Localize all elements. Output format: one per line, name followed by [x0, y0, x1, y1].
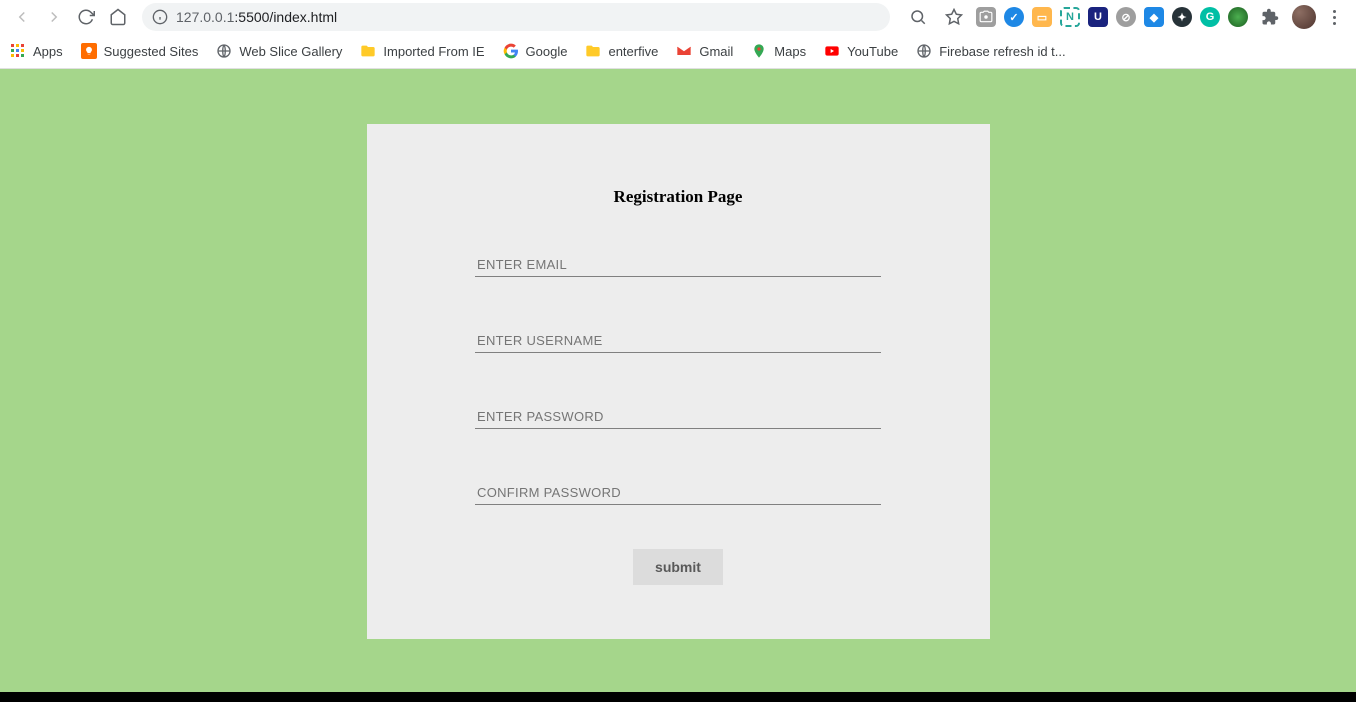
extensions-icon[interactable]	[1256, 3, 1284, 31]
bookmark-label: Web Slice Gallery	[239, 44, 342, 59]
check-ext-icon[interactable]: ✓	[1004, 7, 1024, 27]
box-ext-icon[interactable]: ▭	[1032, 7, 1052, 27]
page-title: Registration Page	[367, 187, 990, 207]
profile-avatar[interactable]	[1292, 5, 1316, 29]
bookmark-suggested[interactable]: Suggested Sites	[81, 43, 199, 59]
reload-button[interactable]	[72, 3, 100, 31]
google-icon	[503, 43, 519, 59]
toolbar-right: ✓ ▭ N U ⊘ ◆ ✦ G	[900, 3, 1348, 31]
email-input[interactable]	[475, 253, 881, 277]
bookmark-label: Imported From IE	[383, 44, 484, 59]
url-path: :5500/index.html	[234, 9, 337, 25]
bookmark-label: Google	[526, 44, 568, 59]
username-input[interactable]	[475, 329, 881, 353]
n-ext-icon[interactable]: N	[1060, 7, 1080, 27]
folder-icon	[360, 43, 376, 59]
bookmark-youtube[interactable]: YouTube	[824, 43, 898, 59]
menu-button[interactable]	[1324, 10, 1344, 25]
youtube-icon	[824, 43, 840, 59]
blue-ext-icon[interactable]: ◆	[1144, 7, 1164, 27]
bookmark-label: Suggested Sites	[104, 44, 199, 59]
apps-icon	[10, 43, 26, 59]
folder-icon	[585, 43, 601, 59]
back-button[interactable]	[8, 3, 36, 31]
green-ext-icon[interactable]	[1228, 7, 1248, 27]
forward-button[interactable]	[40, 3, 68, 31]
bookmark-label: Apps	[33, 44, 63, 59]
bookmark-enterfive[interactable]: enterfive	[585, 43, 658, 59]
globe-icon	[216, 43, 232, 59]
bookmark-label: Gmail	[699, 44, 733, 59]
gmail-icon	[676, 43, 692, 59]
star-icon[interactable]	[940, 3, 968, 31]
grammarly-ext-icon[interactable]: G	[1200, 7, 1220, 27]
confirm-password-input[interactable]	[475, 481, 881, 505]
url-bar[interactable]: 127.0.0.1 :5500/index.html	[142, 3, 890, 31]
bookmark-firebase[interactable]: Firebase refresh id t...	[916, 43, 1065, 59]
dark-ext-icon[interactable]: ✦	[1172, 7, 1192, 27]
confirm-password-field-wrap	[475, 481, 881, 505]
info-icon	[152, 9, 168, 25]
password-input[interactable]	[475, 405, 881, 429]
taskbar	[0, 692, 1356, 702]
u-ext-icon[interactable]: U	[1088, 7, 1108, 27]
url-host: 127.0.0.1	[176, 9, 234, 25]
bookmark-label: enterfive	[608, 44, 658, 59]
email-field-wrap	[475, 253, 881, 277]
bookmark-maps[interactable]: Maps	[751, 43, 806, 59]
bookmark-apps[interactable]: Apps	[10, 43, 63, 59]
bookmark-label: Maps	[774, 44, 806, 59]
submit-button[interactable]: submit	[633, 549, 723, 585]
camera-ext-icon[interactable]	[976, 7, 996, 27]
password-field-wrap	[475, 405, 881, 429]
maps-icon	[751, 43, 767, 59]
username-field-wrap	[475, 329, 881, 353]
globe-icon	[916, 43, 932, 59]
bookmark-google[interactable]: Google	[503, 43, 568, 59]
registration-card: Registration Page submit	[367, 124, 990, 639]
bookmark-imported[interactable]: Imported From IE	[360, 43, 484, 59]
bookmark-label: YouTube	[847, 44, 898, 59]
bookmark-gmail[interactable]: Gmail	[676, 43, 733, 59]
block-ext-icon[interactable]: ⊘	[1116, 7, 1136, 27]
page-viewport: Registration Page submit	[0, 69, 1356, 692]
zoom-icon[interactable]	[904, 3, 932, 31]
bookmark-webslice[interactable]: Web Slice Gallery	[216, 43, 342, 59]
home-button[interactable]	[104, 3, 132, 31]
bulb-icon	[81, 43, 97, 59]
bookmark-label: Firebase refresh id t...	[939, 44, 1065, 59]
bookmarks-bar: Apps Suggested Sites Web Slice Gallery I…	[0, 34, 1356, 69]
browser-toolbar: 127.0.0.1 :5500/index.html ✓ ▭ N U ⊘ ◆ ✦…	[0, 0, 1356, 34]
